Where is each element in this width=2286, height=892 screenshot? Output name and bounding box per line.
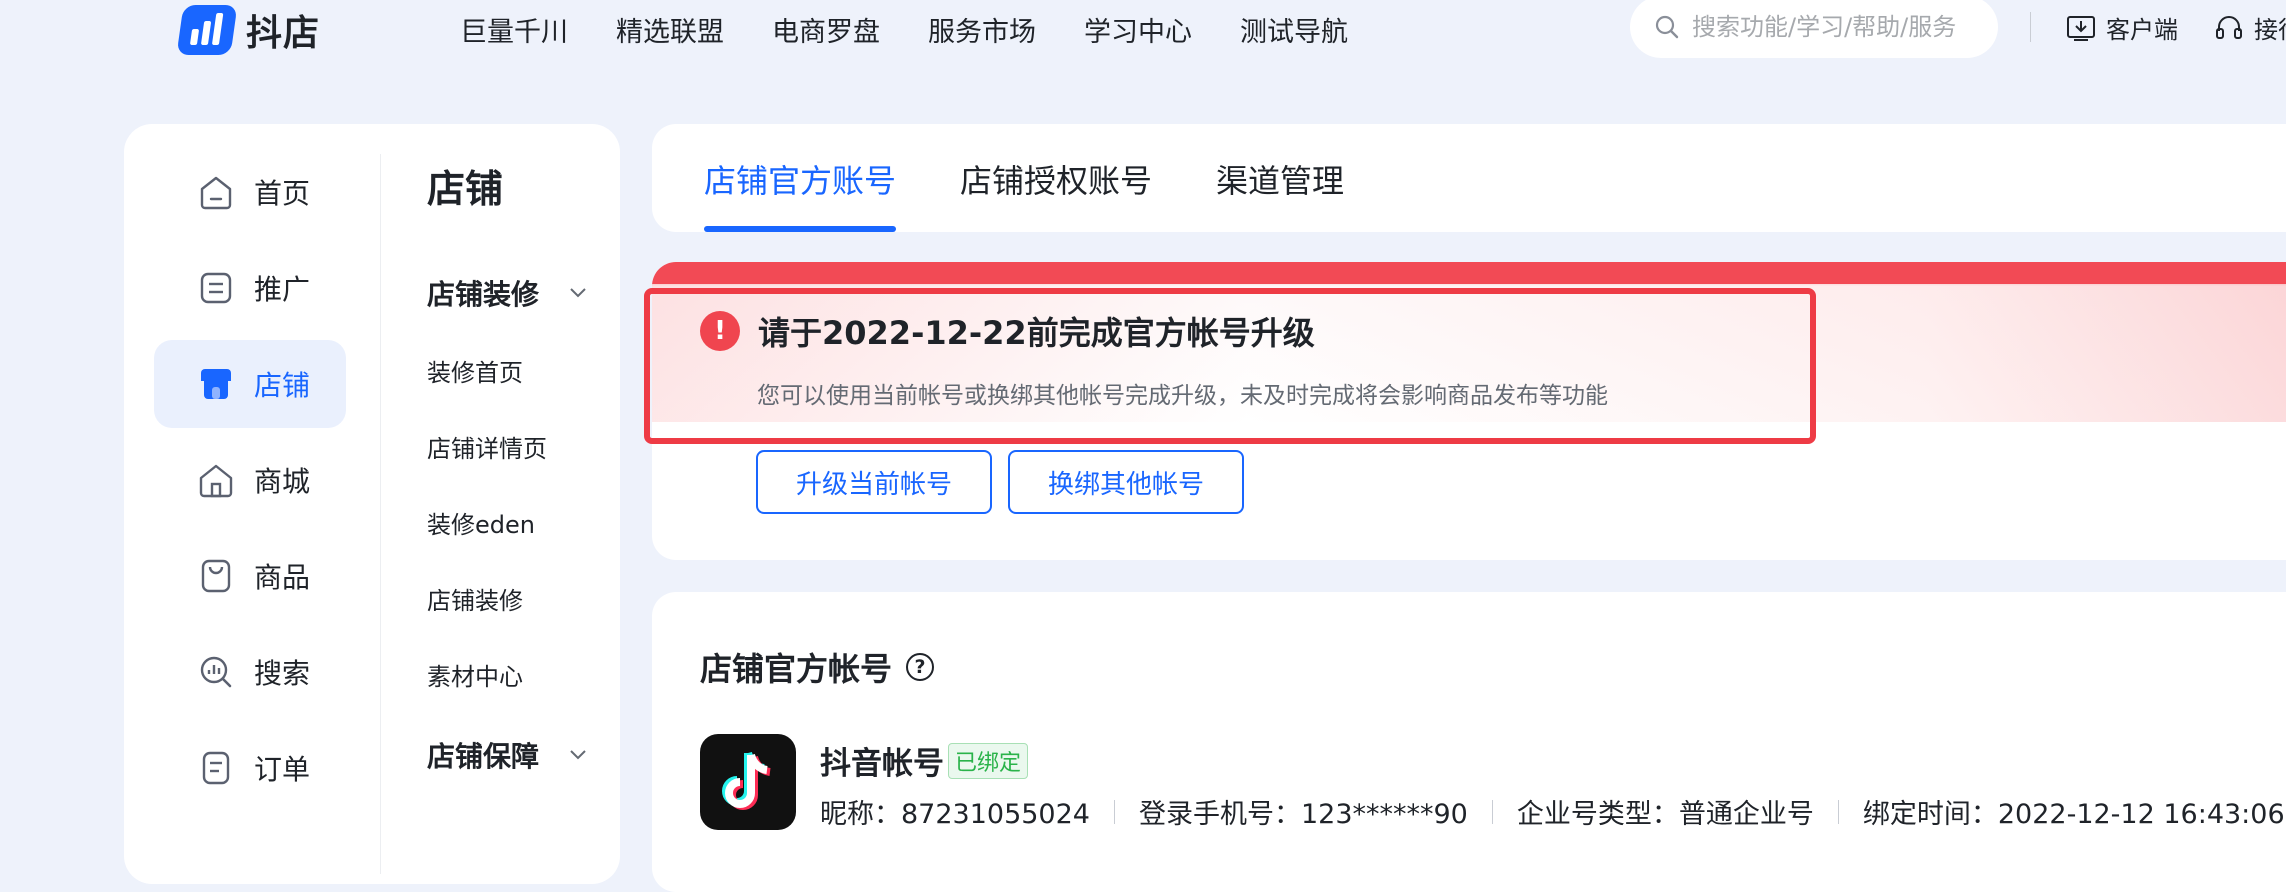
nav-link-service-market[interactable]: 服务市场 [928, 10, 1036, 49]
mall-icon [196, 460, 236, 500]
upgrade-current-account-button[interactable]: 升级当前帐号 [756, 450, 992, 514]
top-navigation-bar: 抖店 巨量千川 精选联盟 电商罗盘 服务市场 学习中心 测试导航 客户端 接 [0, 0, 2286, 62]
warning-icon: ! [700, 311, 740, 351]
client-label: 客户端 [2106, 16, 2178, 44]
douyin-logo-icon [700, 734, 796, 830]
customer-service-button[interactable]: 接待 [2214, 10, 2286, 45]
nav-link-qianchuan[interactable]: 巨量千川 [460, 10, 568, 49]
meta-divider [1837, 799, 1839, 824]
chevron-down-icon [570, 288, 586, 298]
promote-icon [196, 268, 236, 308]
sidebar-item-label: 推广 [254, 273, 311, 306]
sub-item-shop-decoration[interactable]: 店铺装修 [427, 581, 607, 657]
sidebar-item-order[interactable]: 订单 [154, 724, 346, 812]
doudian-logo-icon [176, 5, 238, 55]
account-company-type: 企业号类型：普通企业号 [1516, 799, 1814, 830]
main-menu: 首页 推广 店铺 商城 商品 搜索 订单 [154, 148, 346, 820]
sidebar-item-label: 店铺 [254, 369, 311, 402]
meta-divider [1491, 799, 1493, 824]
sub-item-decoration-home[interactable]: 装修首页 [427, 353, 607, 429]
sidebar-item-label: 商城 [254, 465, 311, 498]
account-nickname: 昵称：87231055024 [820, 799, 1090, 830]
sidebar-item-label: 首页 [254, 177, 311, 210]
top-divider [2030, 12, 2031, 42]
service-label: 接待 [2254, 16, 2286, 44]
nav-link-test-nav[interactable]: 测试导航 [1240, 10, 1348, 49]
account-name-row: 抖音帐号 已绑定 [820, 738, 1029, 783]
alert-description: 您可以使用当前帐号或换绑其他帐号完成升级，未及时完成将会影响商品发布等功能 [757, 383, 1608, 409]
bound-status-badge: 已绑定 [948, 742, 1029, 779]
sidebar-item-label: 搜索 [254, 657, 311, 690]
account-name: 抖音帐号 [820, 746, 944, 782]
top-nav-links: 巨量千川 精选联盟 电商罗盘 服务市场 学习中心 测试导航 [460, 10, 1396, 49]
sidebar-item-shop[interactable]: 店铺 [154, 340, 346, 428]
nav-link-learning-center[interactable]: 学习中心 [1084, 10, 1192, 49]
sub-item-material-center[interactable]: 素材中心 [427, 657, 607, 733]
tab-channel-management[interactable]: 渠道管理 [1216, 156, 1344, 202]
client-download-button[interactable]: 客户端 [2066, 10, 2178, 45]
search-icon [1655, 15, 1679, 39]
shop-icon [196, 364, 236, 404]
sidebar-item-promote[interactable]: 推广 [154, 244, 346, 332]
nav-link-compass[interactable]: 电商罗盘 [772, 10, 880, 49]
doudian-logo[interactable]: 抖店 [176, 4, 321, 56]
sub-menu-title: 店铺 [427, 167, 504, 211]
sidebar-item-label: 商品 [254, 561, 311, 594]
tab-official-account[interactable]: 店铺官方账号 [704, 156, 896, 202]
alert-title: ! 请于2022-12-22前完成官方帐号升级 [700, 308, 1315, 354]
sub-group-label: 店铺装修 [427, 278, 540, 311]
brand-name: 抖店 [246, 13, 321, 54]
sidebar: 首页 推广 店铺 商城 商品 搜索 订单 店铺 店铺装修 装修首页 店铺详情页 … [124, 124, 620, 884]
sidebar-item-product[interactable]: 商品 [154, 532, 346, 620]
search-input[interactable] [1692, 13, 1992, 41]
global-search[interactable] [1630, 0, 1998, 58]
sidebar-item-home[interactable]: 首页 [154, 148, 346, 236]
active-tab-indicator [704, 226, 896, 232]
sidebar-divider [380, 154, 381, 874]
section-title: 店铺官方帐号 ? [700, 644, 935, 690]
section-title-text: 店铺官方帐号 [700, 650, 893, 688]
sidebar-item-mall[interactable]: 商城 [154, 436, 346, 524]
sub-group-label: 店铺保障 [427, 740, 540, 773]
order-icon [196, 748, 236, 788]
download-icon [2067, 15, 2095, 41]
meta-divider [1113, 799, 1115, 824]
chevron-down-icon [570, 750, 586, 760]
tab-authorized-account[interactable]: 店铺授权账号 [960, 156, 1152, 202]
help-icon[interactable]: ? [906, 653, 935, 681]
home-icon [196, 172, 236, 212]
nav-link-alliance[interactable]: 精选联盟 [616, 10, 724, 49]
account-phone: 登录手机号：123******90 [1138, 799, 1468, 830]
alert-title-text: 请于2022-12-22前完成官方帐号升级 [758, 314, 1315, 352]
product-icon [196, 556, 236, 596]
sub-item-shop-detail[interactable]: 店铺详情页 [427, 429, 607, 505]
sidebar-item-label: 订单 [254, 753, 311, 786]
sub-group-shop-decoration[interactable]: 店铺装修 [427, 273, 587, 313]
tabs-card [652, 124, 2286, 232]
sub-item-decoration-eden[interactable]: 装修eden [427, 505, 607, 581]
account-meta: 昵称：87231055024 登录手机号：123******90 企业号类型：普… [820, 792, 2285, 831]
rebind-other-account-button[interactable]: 换绑其他帐号 [1008, 450, 1244, 514]
search-analytics-icon [196, 652, 236, 692]
sub-group-shop-guarantee[interactable]: 店铺保障 [427, 735, 587, 775]
headset-icon [2216, 15, 2242, 39]
sidebar-item-search[interactable]: 搜索 [154, 628, 346, 716]
account-bind-time: 绑定时间：2022-12-12 16:43:06 [1862, 799, 2285, 830]
sub-menu: 店铺 店铺装修 装修首页 店铺详情页 装修eden 店铺装修 素材中心 店铺保障 [427, 158, 607, 815]
